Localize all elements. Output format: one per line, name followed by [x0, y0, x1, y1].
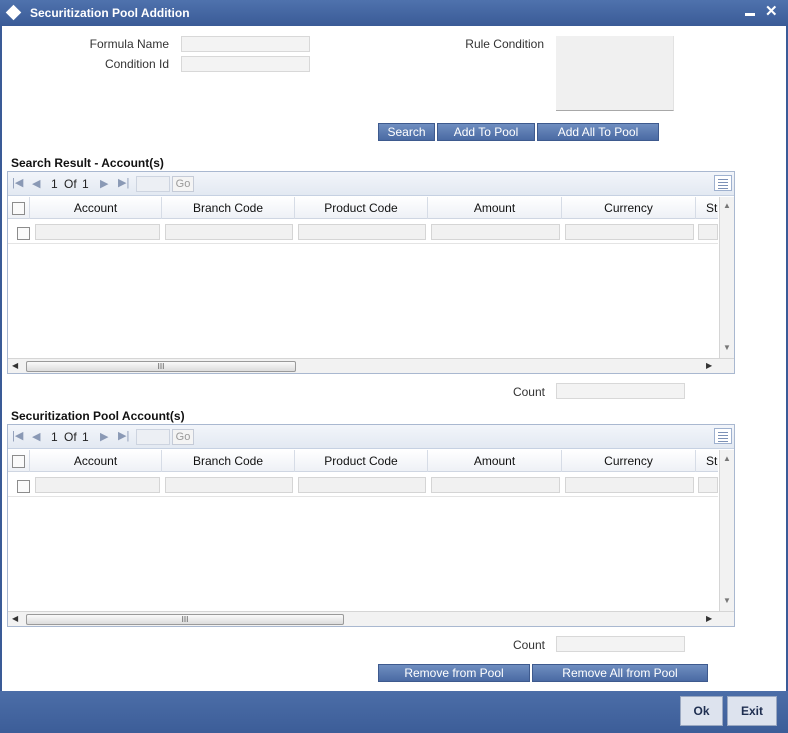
scroll-right-icon[interactable]: ▶ [706, 361, 712, 370]
pool-count-field [556, 636, 685, 652]
column-header-product-code[interactable]: Product Code [295, 450, 428, 472]
search-count-label: Count [512, 385, 545, 399]
vertical-scrollbar[interactable]: ▲ ▼ [719, 197, 734, 358]
pool-accounts-title: Securitization Pool Account(s) [11, 409, 185, 423]
current-page: 1 [51, 430, 58, 444]
product-code-cell[interactable] [298, 477, 426, 493]
status-cell[interactable] [698, 477, 718, 493]
search-result-pager: |◀ ◀ 1 Of 1 ▶ ▶| Go [8, 172, 734, 196]
scroll-thumb[interactable]: III [26, 361, 296, 372]
first-page-icon[interactable]: |◀ [12, 176, 23, 189]
column-header-status[interactable]: St [696, 450, 718, 472]
column-settings-icon[interactable] [714, 175, 732, 191]
column-header-branch-code[interactable]: Branch Code [162, 450, 295, 472]
pool-accounts-pager: |◀ ◀ 1 Of 1 ▶ ▶| Go [8, 425, 734, 449]
scroll-down-icon[interactable]: ▼ [723, 343, 731, 352]
add-all-to-pool-button[interactable]: Add All To Pool [537, 123, 659, 141]
horizontal-scrollbar[interactable]: ◀ III ▶ [8, 611, 734, 626]
product-code-cell[interactable] [298, 224, 426, 240]
formula-name-field[interactable] [181, 36, 310, 52]
table-row [8, 473, 718, 497]
previous-page-icon[interactable]: ◀ [32, 177, 40, 190]
next-page-icon[interactable]: ▶ [100, 430, 108, 443]
select-all-cell [8, 450, 30, 472]
exit-button[interactable]: Exit [727, 696, 777, 726]
row-checkbox[interactable] [17, 480, 30, 493]
column-header-account[interactable]: Account [30, 450, 162, 472]
amount-cell[interactable] [431, 224, 560, 240]
column-header-branch-code[interactable]: Branch Code [162, 197, 295, 219]
horizontal-scrollbar[interactable]: ◀ III ▶ [8, 358, 734, 373]
vertical-scrollbar[interactable]: ▲ ▼ [719, 450, 734, 611]
row-checkbox[interactable] [17, 227, 30, 240]
account-cell[interactable] [35, 224, 160, 240]
total-pages: 1 [82, 430, 89, 444]
column-header-product-code[interactable]: Product Code [295, 197, 428, 219]
amount-cell[interactable] [431, 477, 560, 493]
branch-code-cell[interactable] [165, 477, 293, 493]
select-all-cell [8, 197, 30, 219]
title-bar: Securitization Pool Addition ▬ ✕ [0, 0, 788, 26]
pager-of-label: Of [64, 430, 77, 444]
account-cell[interactable] [35, 477, 160, 493]
search-result-header: Account Branch Code Product Code Amount … [8, 197, 718, 219]
page-number-input[interactable] [136, 429, 170, 445]
column-settings-icon[interactable] [714, 428, 732, 444]
scroll-down-icon[interactable]: ▼ [723, 596, 731, 605]
rule-condition-label: Rule Condition [465, 37, 544, 51]
table-row [8, 220, 718, 244]
current-page: 1 [51, 177, 58, 191]
scroll-up-icon[interactable]: ▲ [723, 454, 731, 463]
scroll-right-icon[interactable]: ▶ [706, 614, 712, 623]
next-page-icon[interactable]: ▶ [100, 177, 108, 190]
scroll-up-icon[interactable]: ▲ [723, 201, 731, 210]
column-header-currency[interactable]: Currency [562, 450, 696, 472]
column-header-account[interactable]: Account [30, 197, 162, 219]
column-header-amount[interactable]: Amount [428, 450, 562, 472]
ok-button[interactable]: Ok [680, 696, 723, 726]
close-icon[interactable]: ✕ [765, 3, 778, 21]
branch-code-cell[interactable] [165, 224, 293, 240]
scroll-left-icon[interactable]: ◀ [12, 361, 18, 370]
first-page-icon[interactable]: |◀ [12, 429, 23, 442]
add-to-pool-button[interactable]: Add To Pool [437, 123, 535, 141]
pager-of-label: Of [64, 177, 77, 191]
condition-id-field[interactable] [181, 56, 310, 72]
column-header-amount[interactable]: Amount [428, 197, 562, 219]
window-frame-left [0, 26, 2, 691]
currency-cell[interactable] [565, 477, 694, 493]
minimize-icon[interactable]: ▬ [745, 5, 755, 23]
search-result-grid: |◀ ◀ 1 Of 1 ▶ ▶| Go Account Branch Code … [7, 171, 735, 374]
status-cell[interactable] [698, 224, 718, 240]
search-button[interactable]: Search [378, 123, 435, 141]
column-header-currency[interactable]: Currency [562, 197, 696, 219]
scroll-thumb[interactable]: III [26, 614, 344, 625]
go-button[interactable]: Go [172, 429, 194, 445]
footer-bar [0, 691, 788, 733]
pool-count-label: Count [512, 638, 545, 652]
formula-name-label: Formula Name [89, 37, 169, 51]
remove-all-from-pool-button[interactable]: Remove All from Pool [532, 664, 708, 682]
pool-accounts-grid: |◀ ◀ 1 Of 1 ▶ ▶| Go Account Branch Code … [7, 424, 735, 627]
column-header-status[interactable]: St [696, 197, 718, 219]
go-button[interactable]: Go [172, 176, 194, 192]
pool-accounts-header: Account Branch Code Product Code Amount … [8, 450, 718, 472]
rule-condition-field[interactable] [556, 36, 674, 111]
select-all-checkbox[interactable] [12, 201, 25, 215]
window-title: Securitization Pool Addition [30, 6, 190, 20]
select-all-checkbox[interactable] [12, 454, 25, 468]
previous-page-icon[interactable]: ◀ [32, 430, 40, 443]
last-page-icon[interactable]: ▶| [118, 176, 129, 189]
app-diamond-icon [5, 4, 22, 21]
page-number-input[interactable] [136, 176, 170, 192]
search-result-title: Search Result - Account(s) [11, 156, 164, 170]
last-page-icon[interactable]: ▶| [118, 429, 129, 442]
search-count-field [556, 383, 685, 399]
total-pages: 1 [82, 177, 89, 191]
scroll-left-icon[interactable]: ◀ [12, 614, 18, 623]
currency-cell[interactable] [565, 224, 694, 240]
remove-from-pool-button[interactable]: Remove from Pool [378, 664, 530, 682]
condition-id-label: Condition Id [104, 57, 169, 71]
